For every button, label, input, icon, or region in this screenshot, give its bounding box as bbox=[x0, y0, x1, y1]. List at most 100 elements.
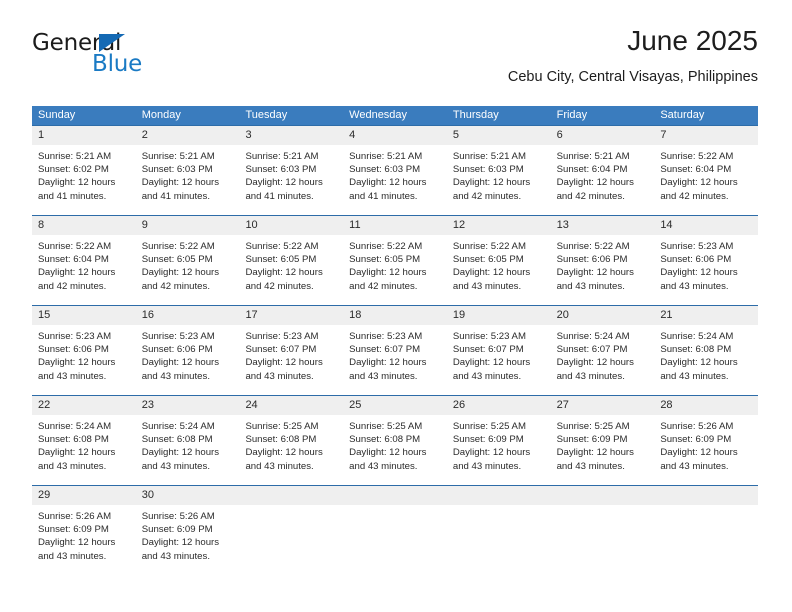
day-cell[interactable]: 28 Sunrise: 5:26 AM Sunset: 6:09 PM Dayl… bbox=[654, 396, 759, 485]
week-row: 8 Sunrise: 5:22 AM Sunset: 6:04 PM Dayli… bbox=[32, 215, 759, 305]
day-cell[interactable]: 3 Sunrise: 5:21 AM Sunset: 6:03 PM Dayli… bbox=[239, 126, 344, 215]
day-cell[interactable]: 17 Sunrise: 5:23 AM Sunset: 6:07 PM Dayl… bbox=[239, 306, 344, 395]
day-cell[interactable]: 26 Sunrise: 5:25 AM Sunset: 6:09 PM Dayl… bbox=[446, 396, 551, 485]
location-subtitle: Cebu City, Central Visayas, Philippines bbox=[507, 69, 758, 85]
sunset-text: Sunset: 6:03 PM bbox=[452, 164, 524, 176]
day-number: 5 bbox=[452, 129, 459, 141]
day-cell[interactable]: 10 Sunrise: 5:22 AM Sunset: 6:05 PM Dayl… bbox=[239, 216, 344, 305]
day-cell[interactable]: 19 Sunrise: 5:23 AM Sunset: 6:07 PM Dayl… bbox=[446, 306, 551, 395]
day-number: 30 bbox=[141, 489, 154, 501]
day-cell[interactable]: 15 Sunrise: 5:23 AM Sunset: 6:06 PM Dayl… bbox=[32, 306, 136, 395]
sunset-text: Sunset: 6:09 PM bbox=[556, 434, 628, 446]
daylight-text-line2: and 43 minutes. bbox=[349, 370, 418, 382]
daylight-text-line2: and 43 minutes. bbox=[141, 550, 210, 562]
day-cell[interactable]: 1 Sunrise: 5:21 AM Sunset: 6:02 PM Dayli… bbox=[32, 126, 136, 215]
daylight-text-line2: and 42 minutes. bbox=[660, 190, 729, 202]
day-number: 9 bbox=[141, 219, 148, 231]
day-cell[interactable]: 18 Sunrise: 5:23 AM Sunset: 6:07 PM Dayl… bbox=[343, 306, 447, 395]
day-number-band: 22 bbox=[32, 396, 136, 415]
sunrise-text: Sunrise: 5:22 AM bbox=[660, 151, 734, 162]
day-number: 6 bbox=[556, 129, 563, 141]
day-cell[interactable]: 23 Sunrise: 5:24 AM Sunset: 6:08 PM Dayl… bbox=[135, 396, 240, 485]
day-cell[interactable]: 27 Sunrise: 5:25 AM Sunset: 6:09 PM Dayl… bbox=[550, 396, 655, 485]
daylight-text-line2: and 43 minutes. bbox=[556, 280, 625, 292]
day-details: Sunrise: 5:22 AM Sunset: 6:05 PM Dayligh… bbox=[447, 235, 551, 293]
sunrise-text: Sunrise: 5:21 AM bbox=[556, 151, 630, 162]
day-cell[interactable]: 22 Sunrise: 5:24 AM Sunset: 6:08 PM Dayl… bbox=[32, 396, 136, 485]
day-cell[interactable]: 11 Sunrise: 5:22 AM Sunset: 6:05 PM Dayl… bbox=[343, 216, 447, 305]
daylight-text-line1: Daylight: 12 hours bbox=[556, 267, 634, 279]
daylight-text-line2: and 41 minutes. bbox=[141, 190, 210, 202]
day-number-band: 19 bbox=[446, 306, 551, 325]
daylight-text-line1: Daylight: 12 hours bbox=[349, 177, 427, 189]
day-cell[interactable]: 7 Sunrise: 5:22 AM Sunset: 6:04 PM Dayli… bbox=[654, 126, 759, 215]
daylight-text-line2: and 43 minutes. bbox=[245, 370, 314, 382]
day-number: 7 bbox=[660, 129, 667, 141]
day-cell[interactable]: 12 Sunrise: 5:22 AM Sunset: 6:05 PM Dayl… bbox=[446, 216, 551, 305]
sunset-text: Sunset: 6:08 PM bbox=[38, 434, 109, 446]
day-number-band: 28 bbox=[654, 396, 759, 415]
sunrise-text: Sunrise: 5:26 AM bbox=[660, 421, 734, 432]
day-details: Sunrise: 5:21 AM Sunset: 6:03 PM Dayligh… bbox=[239, 145, 343, 203]
sunrise-text: Sunrise: 5:23 AM bbox=[141, 331, 215, 342]
weekday-header-wednesday: Wednesday bbox=[349, 109, 408, 121]
weekday-header-row: Sunday Monday Tuesday Wednesday Thursday… bbox=[32, 106, 758, 125]
daylight-text-line2: and 43 minutes. bbox=[452, 460, 522, 472]
day-cell[interactable]: 24 Sunrise: 5:25 AM Sunset: 6:08 PM Dayl… bbox=[239, 396, 344, 485]
day-cell[interactable]: 16 Sunrise: 5:23 AM Sunset: 6:06 PM Dayl… bbox=[135, 306, 240, 395]
day-number-band: 18 bbox=[343, 306, 447, 325]
day-cell[interactable]: 13 Sunrise: 5:22 AM Sunset: 6:06 PM Dayl… bbox=[550, 216, 655, 305]
day-number: 13 bbox=[556, 219, 569, 231]
brand-logo[interactable]: General Blue bbox=[32, 30, 212, 86]
daylight-text-line2: and 43 minutes. bbox=[349, 460, 418, 472]
sunrise-text: Sunrise: 5:24 AM bbox=[38, 421, 112, 432]
daylight-text-line2: and 43 minutes. bbox=[141, 370, 210, 382]
daylight-text-line2: and 43 minutes. bbox=[660, 280, 729, 292]
daylight-text-line1: Daylight: 12 hours bbox=[660, 357, 738, 369]
day-cell[interactable]: 8 Sunrise: 5:22 AM Sunset: 6:04 PM Dayli… bbox=[32, 216, 136, 305]
day-number-band: 4 bbox=[343, 126, 447, 145]
sunrise-text: Sunrise: 5:21 AM bbox=[141, 151, 215, 162]
day-details: Sunrise: 5:22 AM Sunset: 6:05 PM Dayligh… bbox=[239, 235, 343, 293]
day-number-band: 13 bbox=[550, 216, 655, 235]
day-number: 14 bbox=[660, 219, 673, 231]
day-details: Sunrise: 5:24 AM Sunset: 6:08 PM Dayligh… bbox=[32, 415, 136, 473]
day-cell-empty bbox=[550, 486, 655, 575]
day-number-band: 10 bbox=[239, 216, 344, 235]
day-number: 8 bbox=[38, 219, 45, 231]
day-cell[interactable]: 14 Sunrise: 5:23 AM Sunset: 6:06 PM Dayl… bbox=[654, 216, 759, 305]
day-cell[interactable]: 29 Sunrise: 5:26 AM Sunset: 6:09 PM Dayl… bbox=[32, 486, 136, 575]
day-cell[interactable]: 6 Sunrise: 5:21 AM Sunset: 6:04 PM Dayli… bbox=[550, 126, 655, 215]
day-number: 10 bbox=[245, 219, 258, 231]
sunset-text: Sunset: 6:07 PM bbox=[556, 344, 628, 356]
day-number-band: 14 bbox=[654, 216, 759, 235]
day-cell[interactable]: 25 Sunrise: 5:25 AM Sunset: 6:08 PM Dayl… bbox=[343, 396, 447, 485]
day-number-band: 17 bbox=[239, 306, 344, 325]
sunset-text: Sunset: 6:07 PM bbox=[245, 344, 317, 356]
day-cell[interactable]: 30 Sunrise: 5:26 AM Sunset: 6:09 PM Dayl… bbox=[135, 486, 240, 575]
sunset-text: Sunset: 6:06 PM bbox=[660, 254, 732, 266]
sunrise-text: Sunrise: 5:23 AM bbox=[245, 331, 319, 342]
daylight-text-line1: Daylight: 12 hours bbox=[141, 447, 220, 459]
day-number-band: 6 bbox=[550, 126, 655, 145]
day-details: Sunrise: 5:24 AM Sunset: 6:08 PM Dayligh… bbox=[654, 325, 758, 383]
day-number: 18 bbox=[349, 309, 362, 321]
day-details: Sunrise: 5:26 AM Sunset: 6:09 PM Dayligh… bbox=[136, 505, 240, 563]
day-cell[interactable]: 9 Sunrise: 5:22 AM Sunset: 6:05 PM Dayli… bbox=[135, 216, 240, 305]
weekday-header-monday: Monday bbox=[141, 109, 181, 121]
day-number: 20 bbox=[556, 309, 569, 321]
day-cell[interactable]: 2 Sunrise: 5:21 AM Sunset: 6:03 PM Dayli… bbox=[135, 126, 240, 215]
daylight-text-line1: Daylight: 12 hours bbox=[38, 357, 116, 369]
sunset-text: Sunset: 6:07 PM bbox=[349, 344, 421, 356]
daylight-text-line2: and 42 minutes. bbox=[141, 280, 210, 292]
day-cell[interactable]: 4 Sunrise: 5:21 AM Sunset: 6:03 PM Dayli… bbox=[343, 126, 447, 215]
day-cell[interactable]: 20 Sunrise: 5:24 AM Sunset: 6:07 PM Dayl… bbox=[550, 306, 655, 395]
day-cell[interactable]: 5 Sunrise: 5:21 AM Sunset: 6:03 PM Dayli… bbox=[446, 126, 551, 215]
day-details: Sunrise: 5:26 AM Sunset: 6:09 PM Dayligh… bbox=[32, 505, 136, 563]
daylight-text-line1: Daylight: 12 hours bbox=[141, 267, 220, 279]
day-details: Sunrise: 5:25 AM Sunset: 6:09 PM Dayligh… bbox=[551, 415, 655, 473]
sunset-text: Sunset: 6:09 PM bbox=[660, 434, 732, 446]
day-cell[interactable]: 21 Sunrise: 5:24 AM Sunset: 6:08 PM Dayl… bbox=[654, 306, 759, 395]
day-number-band bbox=[343, 486, 447, 505]
day-number-band: 1 bbox=[32, 126, 136, 145]
